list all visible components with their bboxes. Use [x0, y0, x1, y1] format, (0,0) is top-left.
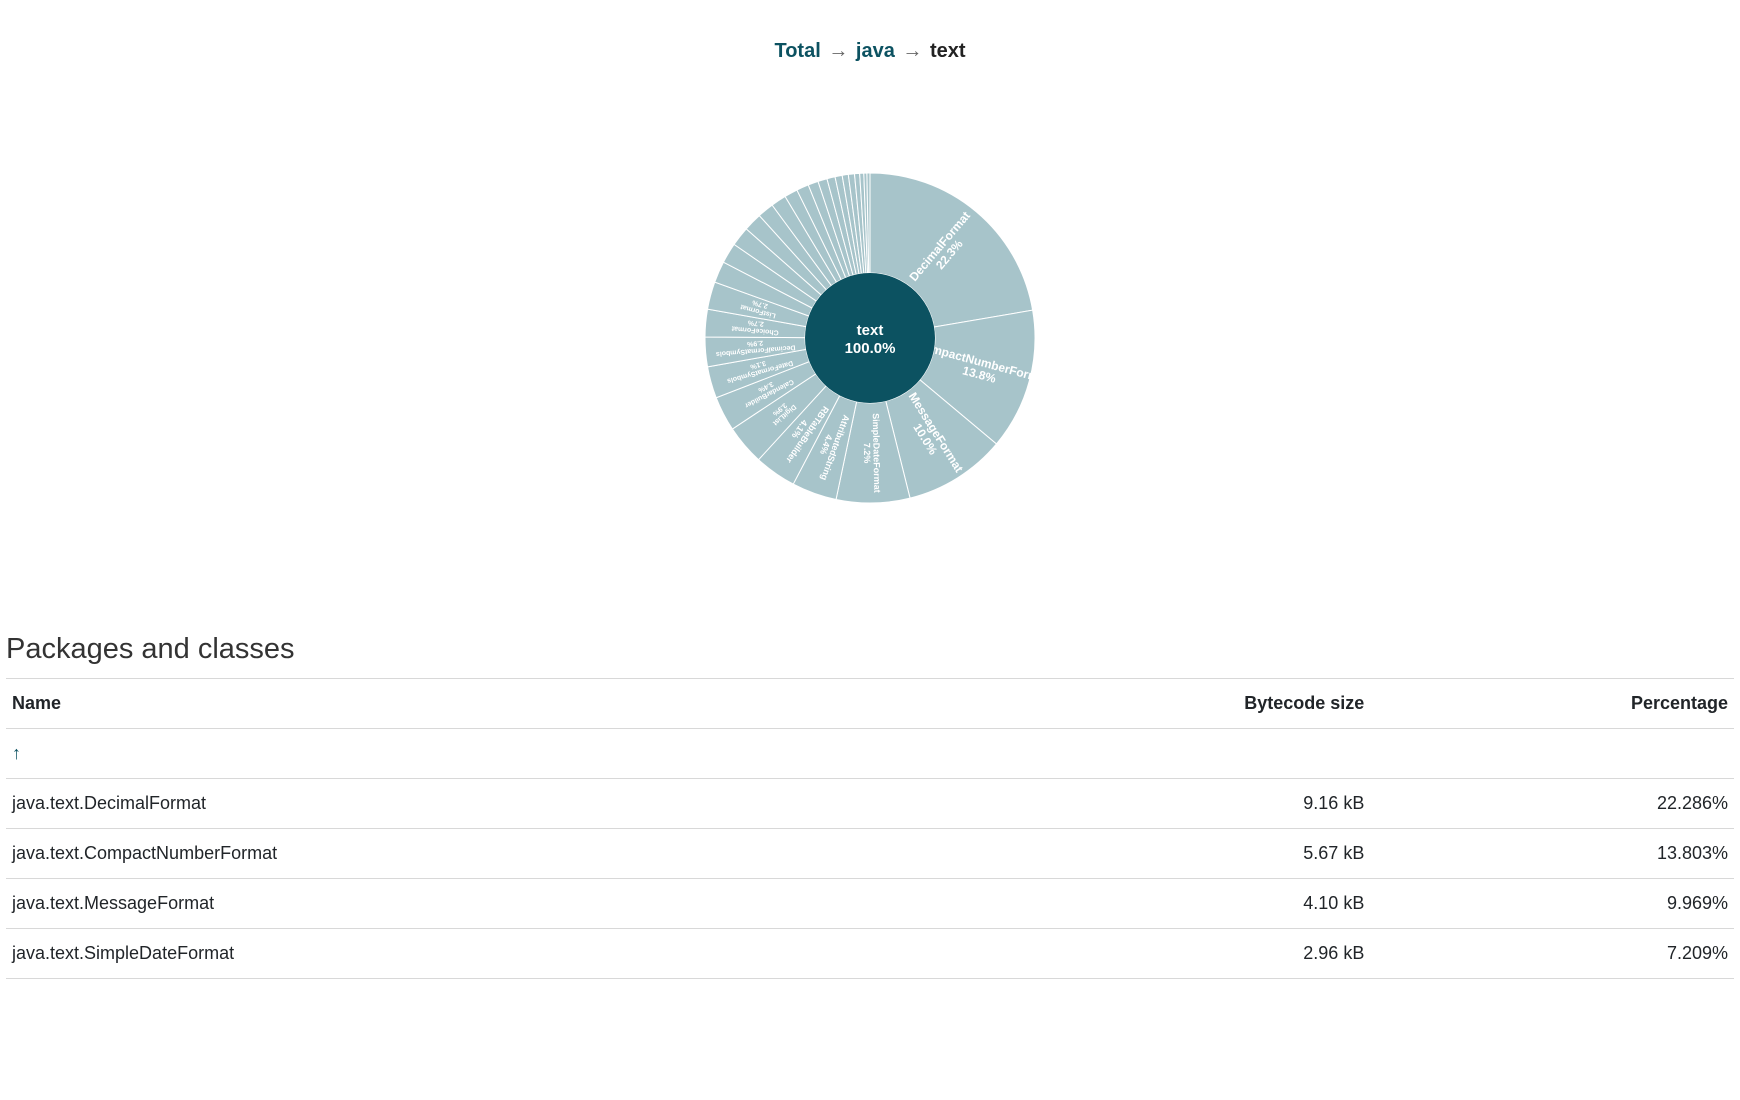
- cell-size: 4.10 kB: [930, 879, 1370, 929]
- breadcrumb: Total → java → text: [0, 0, 1740, 63]
- breadcrumb-sep-icon: →: [902, 40, 922, 62]
- packages-table: Name Bytecode size Percentage ↑ java.tex…: [6, 678, 1734, 979]
- cell-pct: 13.803%: [1370, 829, 1734, 879]
- col-size[interactable]: Bytecode size: [930, 679, 1370, 729]
- cell-name: java.text.MessageFormat: [6, 879, 930, 929]
- table-row-up: ↑: [6, 729, 1734, 779]
- cell-size: 9.16 kB: [930, 779, 1370, 829]
- cell-size: 2.96 kB: [930, 929, 1370, 979]
- col-name[interactable]: Name: [6, 679, 930, 729]
- breadcrumb-link-java[interactable]: java: [856, 40, 895, 62]
- col-pct[interactable]: Percentage: [1370, 679, 1734, 729]
- breadcrumb-current: text: [930, 40, 966, 62]
- table-row[interactable]: java.text.MessageFormat4.10 kB9.969%: [6, 879, 1734, 929]
- cell-name: java.text.DecimalFormat: [6, 779, 930, 829]
- cell-pct: 22.286%: [1370, 779, 1734, 829]
- cell-pct: 7.209%: [1370, 929, 1734, 979]
- breadcrumb-link-total[interactable]: Total: [774, 40, 820, 62]
- table-row[interactable]: java.text.CompactNumberFormat5.67 kB13.8…: [6, 829, 1734, 879]
- up-icon[interactable]: ↑: [12, 743, 21, 763]
- sunburst-svg: DecimalFormat22.3%CompactNumberFormat13.…: [650, 118, 1090, 558]
- table-row[interactable]: java.text.SimpleDateFormat2.96 kB7.209%: [6, 929, 1734, 979]
- table-row[interactable]: java.text.DecimalFormat9.16 kB22.286%: [6, 779, 1734, 829]
- cell-name: java.text.CompactNumberFormat: [6, 829, 930, 879]
- section-heading: Packages and classes: [6, 633, 1734, 666]
- cell-pct: 9.969%: [1370, 879, 1734, 929]
- sunburst-chart: DecimalFormat22.3%CompactNumberFormat13.…: [0, 63, 1740, 613]
- breadcrumb-sep-icon: →: [828, 40, 848, 62]
- cell-size: 5.67 kB: [930, 829, 1370, 879]
- cell-name: java.text.SimpleDateFormat: [6, 929, 930, 979]
